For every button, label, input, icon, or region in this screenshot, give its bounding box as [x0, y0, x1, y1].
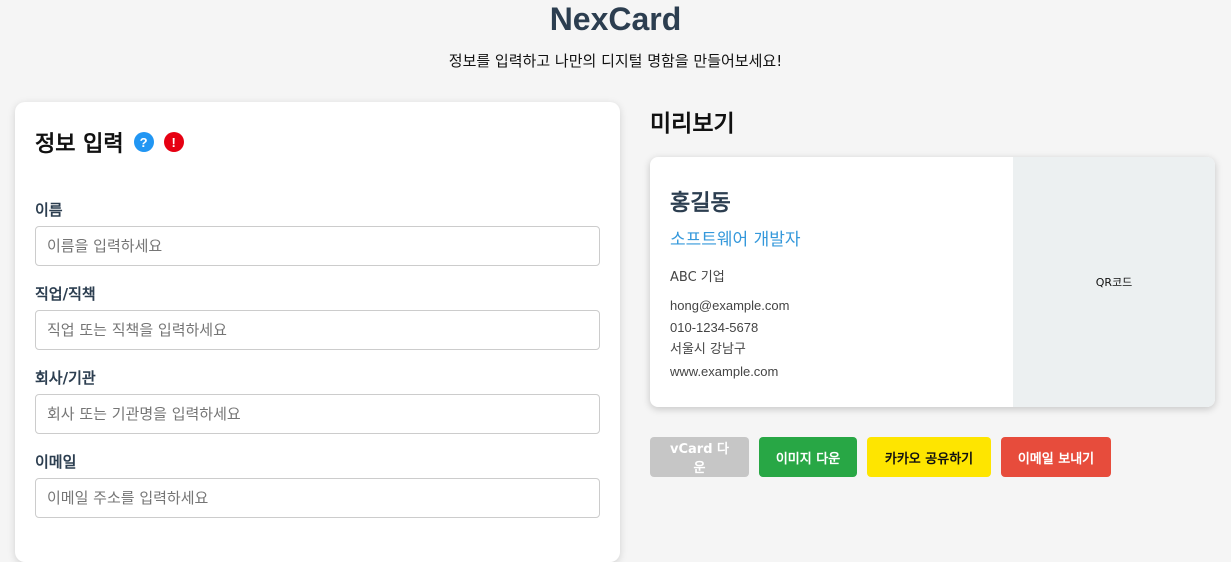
email-label: 이메일 [35, 453, 77, 471]
card-email: hong@example.com [670, 298, 790, 313]
name-label: 이름 [35, 201, 63, 219]
app-subtitle: 정보를 입력하고 나만의 디지털 명함을 만들어보세요! [448, 52, 783, 70]
card-name: 홍길동 [670, 191, 731, 216]
job-input[interactable] [35, 310, 600, 350]
form-header: 정보 입력 ? ! [35, 126, 184, 158]
business-card-preview: 홍길동 소프트웨어 개발자 ABC 기업 hong@example.com 01… [650, 157, 1215, 407]
app-title: NexCard [549, 1, 682, 37]
form-panel: 정보 입력 ? ! 이름 직업/직책 회사/기관 이메일 [15, 102, 620, 562]
name-field-group: 이름 [35, 199, 600, 266]
company-field-group: 회사/기관 [35, 367, 600, 434]
vcard-download-button[interactable]: vCard 다운 [650, 437, 749, 477]
qr-code-label: QR코드 [1095, 276, 1133, 289]
card-job: 소프트웨어 개발자 [670, 230, 801, 250]
name-input[interactable] [35, 226, 600, 266]
action-buttons: vCard 다운 이미지 다운 카카오 공유하기 이메일 보내기 [650, 437, 1111, 477]
image-download-button[interactable]: 이미지 다운 [759, 437, 857, 477]
email-field-group: 이메일 [35, 451, 600, 518]
preview-title: 미리보기 [650, 111, 735, 137]
form-title: 정보 입력 [35, 132, 124, 157]
company-input[interactable] [35, 394, 600, 434]
card-company: ABC 기업 [670, 270, 725, 285]
card-website: www.example.com [670, 364, 779, 379]
job-field-group: 직업/직책 [35, 283, 600, 350]
email-send-button[interactable]: 이메일 보내기 [1001, 437, 1111, 477]
kakao-share-button[interactable]: 카카오 공유하기 [867, 437, 991, 477]
card-info: 홍길동 소프트웨어 개발자 ABC 기업 hong@example.com 01… [670, 185, 801, 383]
card-phone: 010-1234-5678 [670, 320, 759, 335]
qr-code-area: QR코드 [1013, 157, 1215, 407]
company-label: 회사/기관 [35, 369, 96, 387]
exclamation-icon[interactable]: ! [163, 132, 184, 152]
question-icon[interactable]: ? [133, 132, 154, 152]
email-input[interactable] [35, 478, 600, 518]
job-label: 직업/직책 [35, 285, 96, 303]
card-address: 서울시 강남구 [670, 342, 746, 357]
